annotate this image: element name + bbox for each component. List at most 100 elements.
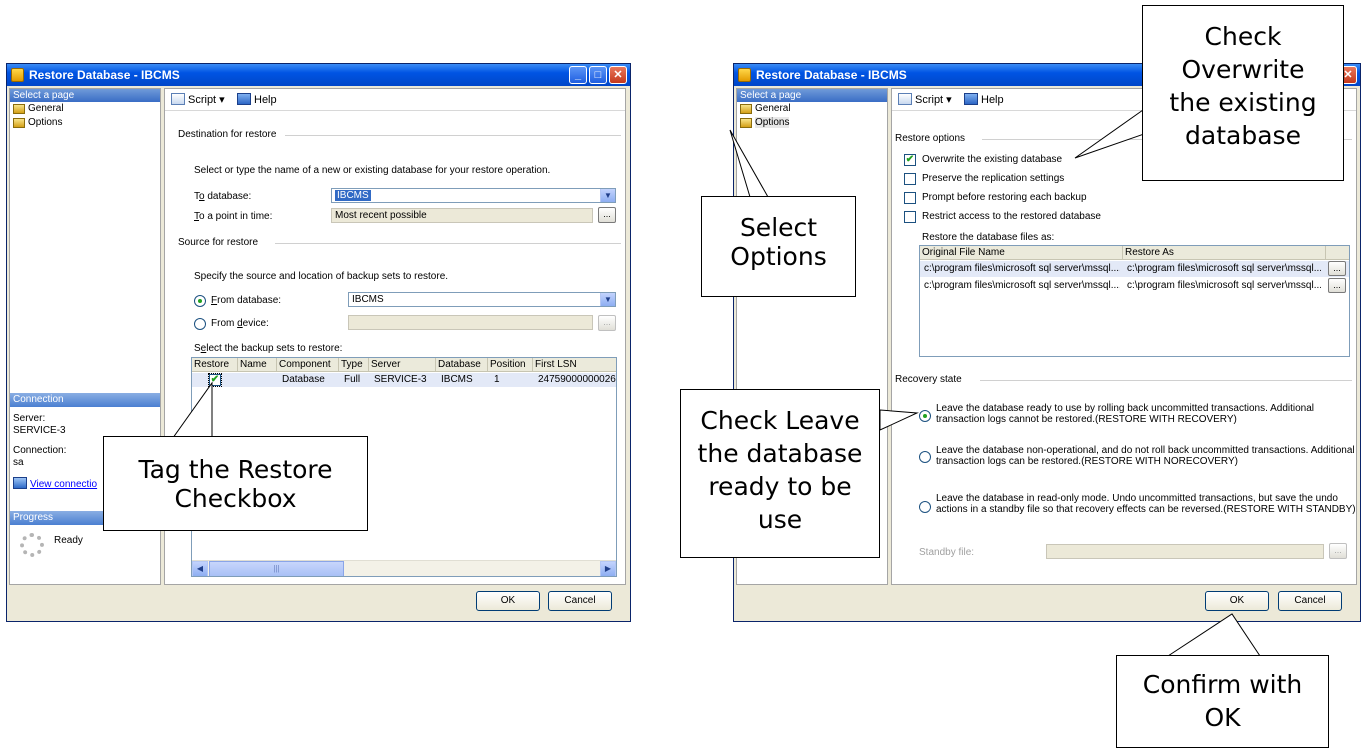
divider xyxy=(980,380,1352,381)
cancel-button[interactable]: Cancel xyxy=(1278,591,1342,611)
table-row[interactable]: c:\program files\microsoft sql server\ms… xyxy=(920,261,1349,277)
source-description: Specify the source and location of backu… xyxy=(194,271,449,282)
server-label: Server: xyxy=(13,413,46,424)
view-connection-link[interactable]: View connectio xyxy=(13,477,97,490)
restrict-access-label: Restrict access to the restored database xyxy=(922,211,1101,222)
help-button[interactable]: Help xyxy=(237,93,277,108)
page-options[interactable]: Options xyxy=(10,116,160,130)
table-row[interactable]: c:\program files\microsoft sql server\ms… xyxy=(920,278,1349,294)
from-database-radio[interactable] xyxy=(194,295,206,307)
recovery-radio[interactable] xyxy=(919,410,931,422)
overwrite-label: Overwrite the existing database xyxy=(922,154,1063,165)
connection-value: sa xyxy=(13,457,24,468)
database-icon xyxy=(11,68,24,82)
select-page-header: Select a page xyxy=(10,89,160,102)
maximize-button[interactable]: □ xyxy=(589,66,607,84)
page-icon xyxy=(13,118,25,128)
from-database-combo[interactable]: IBCMS ▼ xyxy=(348,292,616,307)
scroll-left-icon[interactable]: ◀ xyxy=(192,561,208,576)
chevron-down-icon[interactable]: ▼ xyxy=(600,189,615,202)
callout-select-options: Select Options xyxy=(701,196,856,297)
close-button[interactable]: ✕ xyxy=(609,66,627,84)
database-icon xyxy=(738,68,751,82)
row-browse-button[interactable]: ... xyxy=(1328,261,1346,276)
overwrite-checkbox[interactable]: ✔ xyxy=(904,154,916,166)
column-header[interactable]: Database xyxy=(436,358,488,372)
from-database-label: From database: xyxy=(211,295,282,306)
table-row[interactable]: ✔ Database Full SERVICE-3 IBCMS 1 247590… xyxy=(192,373,617,387)
horizontal-scrollbar[interactable]: ◀ ||| ▶ xyxy=(192,560,616,576)
row-database: IBCMS xyxy=(441,374,473,385)
row-position: 1 xyxy=(494,374,500,385)
page-icon xyxy=(13,104,25,114)
divider xyxy=(275,243,621,244)
scroll-thumb[interactable]: ||| xyxy=(209,561,344,576)
script-button[interactable]: Script ▾ xyxy=(171,93,225,108)
callout-confirm-ok: Confirm with OK xyxy=(1116,655,1329,748)
point-in-time-browse-button[interactable]: ... xyxy=(598,207,616,223)
chevron-down-icon[interactable]: ▼ xyxy=(600,293,615,306)
server-value: SERVICE-3 xyxy=(13,425,66,436)
right-window-title: Restore Database - IBCMS xyxy=(756,68,907,82)
column-header[interactable]: Component xyxy=(277,358,339,372)
script-icon xyxy=(171,93,185,105)
script-button[interactable]: Script ▾ xyxy=(898,93,952,108)
page-icon xyxy=(740,104,752,114)
norecovery-option-line1: Leave the database non-operational, and … xyxy=(936,445,1355,456)
connection-label: Connection: xyxy=(13,445,67,456)
prompt-before-restoring-label: Prompt before restoring each backup xyxy=(922,192,1087,203)
column-header[interactable]: Original File Name xyxy=(920,246,1123,260)
page-general[interactable]: General xyxy=(10,102,160,116)
help-button[interactable]: Help xyxy=(964,93,1004,108)
callout-check-leave: Check Leave the database ready to be use xyxy=(680,389,880,558)
preserve-replication-checkbox[interactable] xyxy=(904,173,916,185)
backup-sets-label: Select the backup sets to restore: xyxy=(194,343,343,354)
row-first-lsn: 247590000000260 xyxy=(538,374,617,385)
script-icon xyxy=(898,93,912,105)
row-type: Full xyxy=(344,374,361,385)
from-device-radio[interactable] xyxy=(194,318,206,330)
row-browse-button[interactable]: ... xyxy=(1328,278,1346,293)
callout-check-overwrite: Check Overwrite the existing database xyxy=(1142,5,1344,181)
to-database-label: To database: xyxy=(194,191,252,202)
help-icon xyxy=(964,93,978,105)
page-general[interactable]: General xyxy=(737,102,887,116)
minimize-button[interactable]: _ xyxy=(569,66,587,84)
ok-button[interactable]: OK xyxy=(1205,591,1269,611)
page-options[interactable]: Options xyxy=(737,116,887,130)
from-device-browse-button: ... xyxy=(598,315,616,331)
left-restore-dialog: Restore Database - IBCMS _ □ ✕ Select a … xyxy=(6,63,631,622)
from-device-field xyxy=(348,315,593,330)
column-header[interactable]: Restore As xyxy=(1123,246,1326,260)
column-header[interactable]: Type xyxy=(339,358,369,372)
ok-button[interactable]: OK xyxy=(476,591,540,611)
source-group-label: Source for restore xyxy=(178,237,259,248)
cancel-button[interactable]: Cancel xyxy=(548,591,612,611)
row-original-file: c:\program files\microsoft sql server\ms… xyxy=(924,263,1120,274)
restrict-access-checkbox[interactable] xyxy=(904,211,916,223)
prompt-before-restoring-checkbox[interactable] xyxy=(904,192,916,204)
column-header[interactable]: Server xyxy=(369,358,436,372)
from-device-label: From device: xyxy=(211,318,269,329)
recovery-option-line2: transaction logs cannot be restored.(RES… xyxy=(936,414,1237,425)
restore-checkbox[interactable]: ✔ xyxy=(208,373,222,387)
to-database-combo[interactable]: IBCMS ▼ xyxy=(331,188,616,203)
column-header[interactable]: First LSN xyxy=(533,358,616,372)
restore-options-group-label: Restore options xyxy=(895,133,966,144)
row-server: SERVICE-3 xyxy=(374,374,427,385)
row-restore-as: c:\program files\microsoft sql server\ms… xyxy=(1127,263,1321,274)
progress-status: Ready xyxy=(54,535,83,546)
destination-group-label: Destination for restore xyxy=(178,129,277,140)
standby-radio[interactable] xyxy=(919,501,931,513)
left-toolbar: Script ▾ Help xyxy=(165,89,625,111)
scroll-right-icon[interactable]: ▶ xyxy=(600,561,616,576)
column-header[interactable]: Restore xyxy=(192,358,238,372)
left-title-bar[interactable]: Restore Database - IBCMS _ □ ✕ xyxy=(7,64,630,86)
select-page-header: Select a page xyxy=(737,89,887,102)
recovery-option-line1: Leave the database ready to use by rolli… xyxy=(936,403,1315,414)
norecovery-radio[interactable] xyxy=(919,451,931,463)
column-header[interactable]: Position xyxy=(488,358,533,372)
column-header[interactable]: Name xyxy=(238,358,277,372)
row-component: Database xyxy=(282,374,325,385)
point-in-time-field: Most recent possible xyxy=(331,208,593,223)
